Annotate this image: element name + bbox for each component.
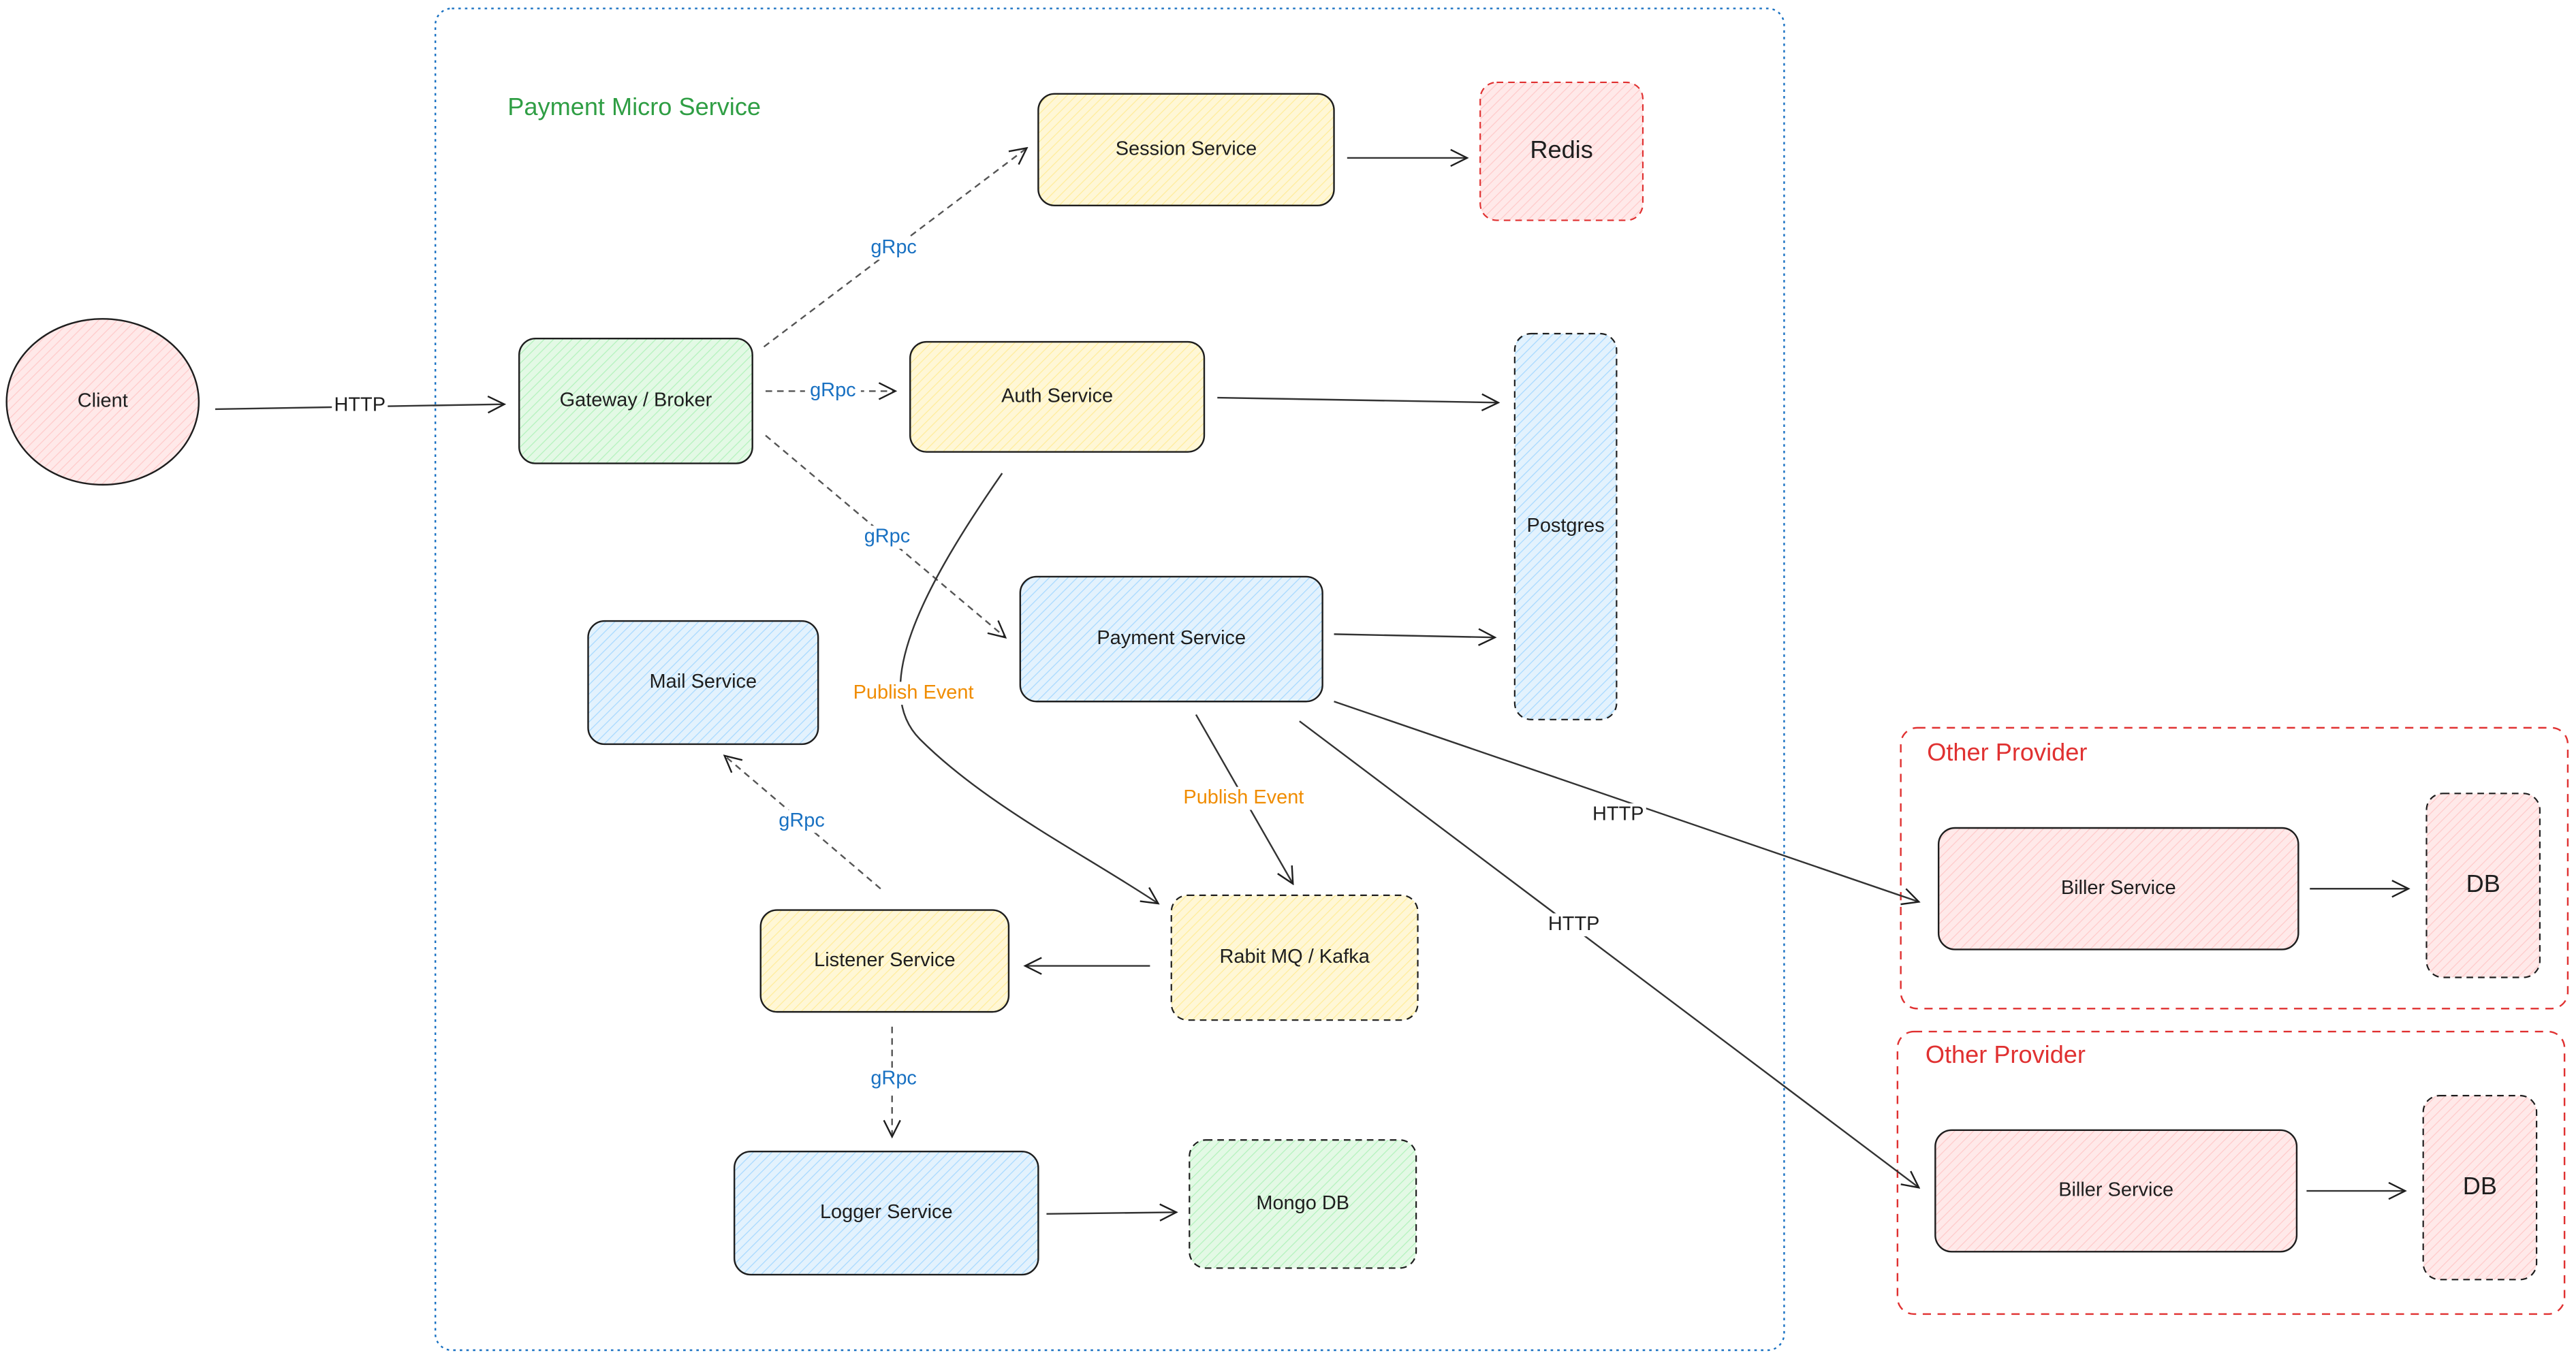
node-rabbit-label: Rabit MQ / Kafka (1219, 946, 1370, 968)
node-rabbit[interactable]: Rabit MQ / Kafka (1170, 894, 1419, 1021)
node-logger-label: Logger Service (820, 1201, 953, 1223)
edge-label: Publish Event (853, 682, 974, 703)
edge-payment-to-postgres (1334, 634, 1495, 637)
node-auth-label: Auth Service (1001, 385, 1113, 406)
edge-client-to-gateway: HTTP (215, 394, 505, 417)
node-mail[interactable]: Mail Service (587, 620, 819, 746)
node-listener-label: Listener Service (814, 949, 955, 971)
edge-payment-to-biller1: HTTP (1334, 701, 1919, 901)
node-session[interactable]: Session Service (1037, 93, 1335, 207)
node-logger[interactable]: Logger Service (733, 1150, 1039, 1276)
node-biller1[interactable]: Biller Service (1937, 827, 2299, 951)
node-biller1-label: Biller Service (2061, 877, 2176, 899)
edge-listener-to-mail: gRpc (725, 756, 881, 890)
node-biller2-label: Biller Service (2058, 1179, 2173, 1201)
node-redis[interactable]: Redis (1479, 81, 1644, 221)
node-listener[interactable]: Listener Service (759, 909, 1010, 1013)
edge-payment-to-rabbit: Publish Event (1181, 714, 1306, 884)
edge-logger-to-mongo (1046, 1212, 1176, 1213)
edge-label: gRpc (810, 379, 856, 401)
edge-label: gRpc (864, 526, 911, 547)
payment-group-title: Payment Micro Service (507, 93, 761, 121)
node-biller2[interactable]: Biller Service (1934, 1129, 2298, 1253)
edge-gateway-to-session: gRpc (763, 148, 1027, 348)
node-client-label: Client (78, 390, 128, 412)
node-postgres[interactable]: Postgres (1513, 332, 1618, 720)
edge-label: HTTP (1592, 803, 1644, 825)
arrow (1334, 701, 1919, 901)
edge-listener-to-logger: gRpc (866, 1026, 922, 1137)
node-payment[interactable]: Payment Service (1019, 575, 1323, 703)
arrow (1217, 398, 1498, 402)
node-db2-label: DB (2463, 1172, 2497, 1200)
node-db1-label: DB (2466, 869, 2500, 897)
edge-label: Publish Event (1183, 786, 1304, 808)
edge-label: HTTP (1548, 913, 1600, 935)
node-mail-label: Mail Service (650, 671, 757, 692)
edge-gateway-to-payment: gRpc (765, 434, 1005, 638)
arrow (1046, 1212, 1176, 1213)
node-postgres-label: Postgres (1527, 515, 1605, 537)
node-db2[interactable]: DB (2422, 1095, 2538, 1281)
edge-label: gRpc (870, 236, 917, 258)
node-client[interactable]: Client (5, 318, 200, 486)
node-session-label: Session Service (1116, 138, 1257, 159)
provider1-group-title: Other Provider (1927, 738, 2087, 766)
node-mongo-label: Mongo DB (1256, 1192, 1349, 1214)
edge-label: gRpc (870, 1068, 917, 1089)
node-payment-label: Payment Service (1097, 627, 1246, 649)
node-gateway-label: Gateway / Broker (560, 389, 712, 411)
architecture-diagram: Payment Micro Service Other Provider Other… (5, 7, 2569, 1352)
node-db1[interactable]: DB (2425, 793, 2541, 978)
edge-label: HTTP (334, 394, 386, 416)
provider2-group-title: Other Provider (1926, 1040, 2086, 1068)
edge-auth-to-postgres (1217, 398, 1498, 402)
edge-label: gRpc (779, 810, 825, 831)
node-mongo[interactable]: Mongo DB (1189, 1139, 1417, 1269)
node-gateway[interactable]: Gateway / Broker (518, 338, 753, 464)
arrow (1334, 634, 1495, 637)
node-auth[interactable]: Auth Service (909, 340, 1206, 453)
node-redis-label: Redis (1530, 135, 1592, 163)
edge-gateway-to-auth: gRpc (765, 379, 896, 403)
